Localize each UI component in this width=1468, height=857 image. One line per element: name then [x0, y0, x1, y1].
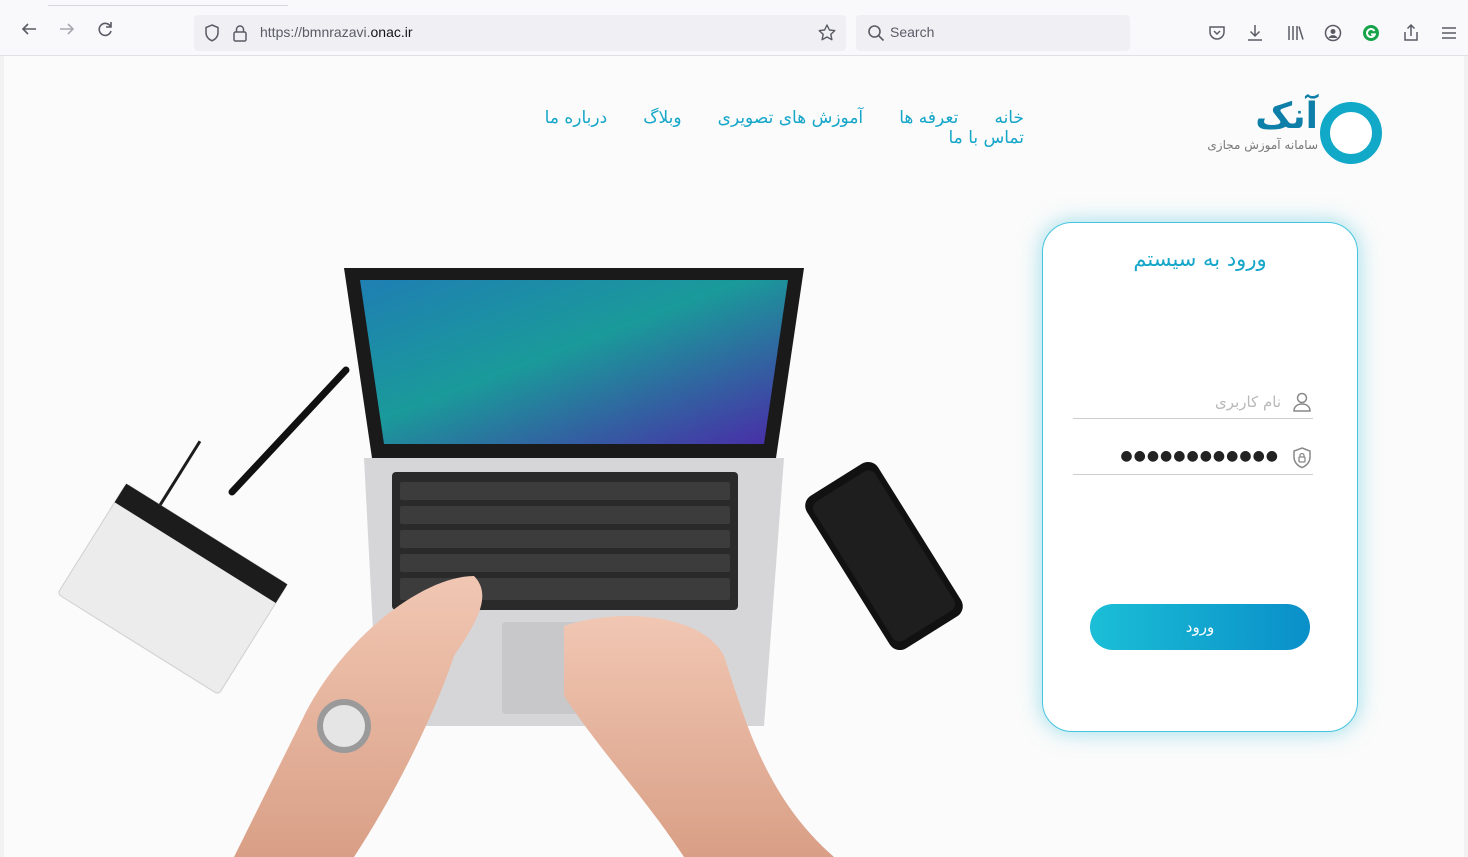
nav-pricing[interactable]: تعرفه ها: [899, 108, 958, 128]
search-icon: [868, 25, 885, 42]
library-icon[interactable]: [1284, 22, 1306, 44]
shield-lock-icon: [1293, 447, 1311, 469]
nav-contact[interactable]: تماس با ما: [949, 128, 1025, 148]
star-icon[interactable]: [816, 22, 838, 44]
menu-icon[interactable]: [1438, 22, 1460, 44]
pocket-icon[interactable]: [1206, 22, 1228, 44]
nav-video-tutorials[interactable]: آموزش های تصویری: [718, 108, 864, 128]
user-icon: [1293, 392, 1311, 412]
url-prefix: https://bmnrazavi.: [260, 24, 371, 40]
share-icon[interactable]: [1400, 22, 1422, 44]
forward-icon[interactable]: [56, 18, 78, 40]
notebook-shape: [58, 440, 288, 694]
nav-home[interactable]: خانه: [994, 108, 1024, 128]
main-nav: خانه تعرفه ها آموزش های تصویری وبلاگ درب…: [404, 108, 1024, 148]
hero-laptop-image: [58, 268, 963, 857]
nav-about[interactable]: درباره ما: [545, 108, 608, 128]
back-icon[interactable]: [18, 18, 40, 40]
username-field[interactable]: نام کاربری: [1073, 385, 1313, 419]
extension-icon[interactable]: [1360, 22, 1382, 44]
reload-icon[interactable]: [94, 18, 116, 40]
search-bar[interactable]: Search: [856, 15, 1130, 51]
login-card: ورود به سیستم نام کاربری ●●●●●●●●●●●● ور…: [1042, 222, 1358, 732]
tab-strip: [48, 0, 288, 6]
account-icon[interactable]: [1322, 22, 1344, 44]
logo-subtitle: سامانه آموزش مجازی: [1207, 138, 1318, 152]
nav-blog[interactable]: وبلاگ: [643, 108, 681, 128]
shield-icon[interactable]: [202, 23, 222, 43]
password-field[interactable]: ●●●●●●●●●●●●: [1073, 441, 1313, 475]
browser-toolbar: https://bmnrazavi.onac.ir Search: [0, 0, 1468, 56]
download-icon[interactable]: [1244, 22, 1266, 44]
logo-text: آنک: [1255, 96, 1318, 137]
login-button[interactable]: ورود: [1090, 604, 1310, 650]
url-domain: onac.ir: [370, 24, 413, 40]
page-content: آنک سامانه آموزش مجازی خانه تعرفه ها آمو…: [4, 56, 1464, 857]
search-placeholder: Search: [890, 24, 935, 40]
logo-ring-icon: [1320, 102, 1382, 164]
username-placeholder: نام کاربری: [1215, 393, 1281, 411]
password-value: ●●●●●●●●●●●●: [1120, 448, 1279, 464]
lock-icon[interactable]: [230, 23, 250, 43]
url-text[interactable]: https://bmnrazavi.onac.ir: [260, 24, 413, 40]
address-bar[interactable]: https://bmnrazavi.onac.ir: [194, 15, 846, 51]
site-logo[interactable]: آنک سامانه آموزش مجازی: [1190, 94, 1390, 164]
login-title: ورود به سیستم: [1133, 247, 1267, 271]
